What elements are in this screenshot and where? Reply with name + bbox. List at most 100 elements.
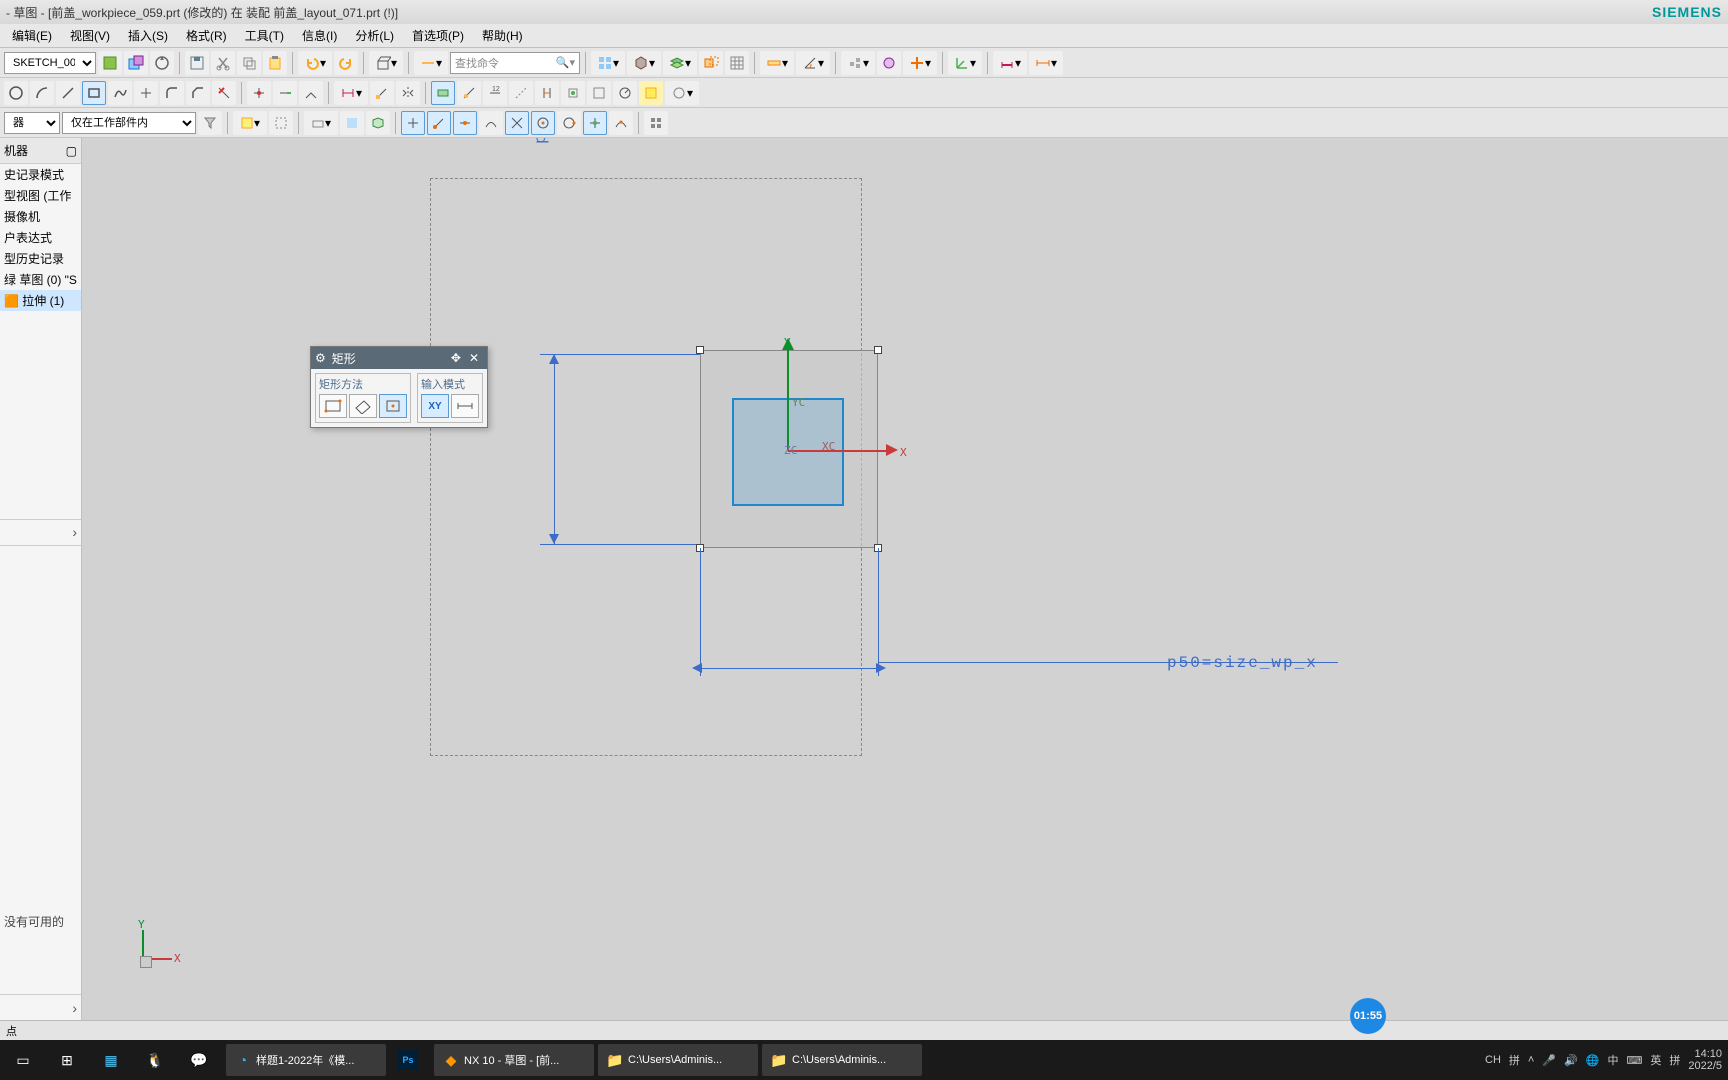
- menu-info[interactable]: 信息(I): [294, 25, 345, 46]
- sketch-name-combo[interactable]: SKETCH_000: [4, 52, 96, 74]
- point-icon[interactable]: [134, 81, 158, 105]
- clock[interactable]: 14:10 2022/5: [1688, 1048, 1722, 1072]
- ime-indicator[interactable]: 拼: [1669, 1052, 1680, 1068]
- infer-constraint-icon[interactable]: [561, 81, 585, 105]
- wcs-icon[interactable]: ▾: [948, 51, 982, 75]
- snap-mid-icon[interactable]: [453, 111, 477, 135]
- circle-icon[interactable]: [4, 81, 28, 105]
- menu-preferences[interactable]: 首选项(P): [404, 25, 472, 46]
- trim-icon[interactable]: [212, 81, 236, 105]
- orient-icon[interactable]: [150, 51, 174, 75]
- detail-scroll-right[interactable]: ›: [0, 994, 81, 1020]
- tree-item[interactable]: 史记录模式: [0, 164, 81, 185]
- tree-item[interactable]: 型历史记录: [0, 248, 81, 269]
- ime-indicator[interactable]: CH: [1485, 1054, 1501, 1066]
- more-sketch-icon[interactable]: ▾: [665, 81, 699, 105]
- finish-sketch-icon[interactable]: [98, 51, 122, 75]
- rapid-dim-icon[interactable]: ▾: [334, 81, 368, 105]
- copy-icon[interactable]: [237, 51, 261, 75]
- show-constraint-icon[interactable]: [457, 81, 481, 105]
- tray-keyboard-icon[interactable]: ⌨: [1626, 1054, 1642, 1067]
- photoshop-button[interactable]: Ps: [390, 1044, 430, 1076]
- tray-mic-icon[interactable]: 🎤: [1542, 1054, 1556, 1067]
- snap-ctrl-icon[interactable]: [479, 111, 503, 135]
- command-search[interactable]: 查找命令🔍▾: [450, 52, 580, 74]
- rectangle-icon[interactable]: [82, 81, 106, 105]
- dialog-titlebar[interactable]: ⚙ 矩形 ✥ ✕: [311, 347, 487, 369]
- tree-item[interactable]: 户表达式: [0, 227, 81, 248]
- rectangle-dialog[interactable]: ⚙ 矩形 ✥ ✕ 矩形方法 输入模式 XY: [310, 346, 488, 428]
- snap-center-icon[interactable]: [531, 111, 555, 135]
- layer-icon[interactable]: ▾: [663, 51, 697, 75]
- tray-chevron-icon[interactable]: ˄: [1528, 1054, 1534, 1066]
- tray-volume-icon[interactable]: 🔊: [1564, 1054, 1578, 1067]
- snap-quad-icon[interactable]: [557, 111, 581, 135]
- make-sym-icon[interactable]: [396, 81, 420, 105]
- line-icon[interactable]: [56, 81, 80, 105]
- menu-analysis[interactable]: 分析(L): [347, 25, 402, 46]
- snap-point-icon[interactable]: [401, 111, 425, 135]
- assembly-icon[interactable]: ▾: [841, 51, 875, 75]
- wechat-button[interactable]: 💬: [182, 1044, 222, 1076]
- panel-pin-icon[interactable]: ▢: [66, 144, 77, 158]
- task-item-explorer1[interactable]: 📁C:\Users\Adminis...: [598, 1044, 758, 1076]
- task-item-doc[interactable]: ◔样题1-2022年《模...: [226, 1044, 386, 1076]
- calculator-button[interactable]: ▦: [94, 1044, 134, 1076]
- quick-extend-icon[interactable]: [273, 81, 297, 105]
- rect-from-center-button[interactable]: [379, 394, 407, 418]
- tree-item[interactable]: 绿 草图 (0) "S: [0, 269, 81, 290]
- make-corner-icon[interactable]: [299, 81, 323, 105]
- render-style-icon[interactable]: ▾: [627, 51, 661, 75]
- show-dim-icon[interactable]: 12: [483, 81, 507, 105]
- alt-solution-icon[interactable]: [535, 81, 559, 105]
- convert-ref-icon[interactable]: [509, 81, 533, 105]
- gear-icon[interactable]: ⚙: [315, 351, 326, 365]
- measure-angle-icon[interactable]: ▾: [796, 51, 830, 75]
- dim-style-icon[interactable]: ▾: [993, 51, 1027, 75]
- task-item-nx[interactable]: ◆NX 10 - 草图 - [前...: [434, 1044, 594, 1076]
- sel-all-icon[interactable]: [644, 111, 668, 135]
- create-infer-icon[interactable]: [587, 81, 611, 105]
- sel-face-icon[interactable]: [340, 111, 364, 135]
- extrude-icon[interactable]: ▾: [369, 51, 403, 75]
- view-style-icon[interactable]: ▾: [591, 51, 625, 75]
- quick-trim-icon[interactable]: [247, 81, 271, 105]
- geom-constraint-icon[interactable]: [370, 81, 394, 105]
- handle[interactable]: [696, 346, 704, 354]
- show-desktop-button[interactable]: ▭: [6, 1044, 46, 1076]
- menu-tools[interactable]: 工具(T): [237, 25, 292, 46]
- snap-intersect-icon[interactable]: [505, 111, 529, 135]
- rect-by-3pt-button[interactable]: [349, 394, 377, 418]
- sel-highlight-icon[interactable]: ▾: [233, 111, 267, 135]
- animate-dim-icon[interactable]: [613, 81, 637, 105]
- sel-box-icon[interactable]: [269, 111, 293, 135]
- close-icon[interactable]: ✕: [465, 351, 483, 365]
- grid-icon[interactable]: [725, 51, 749, 75]
- undo-icon[interactable]: ▾: [298, 51, 332, 75]
- fillet-icon[interactable]: [160, 81, 184, 105]
- snap-exist-icon[interactable]: [583, 111, 607, 135]
- sel-body-icon[interactable]: [366, 111, 390, 135]
- continuous-auto-dim-icon[interactable]: [431, 81, 455, 105]
- snap-end-icon[interactable]: [427, 111, 451, 135]
- selection-filter-combo[interactable]: 仅在工作部件内: [62, 112, 196, 134]
- cut-icon[interactable]: [211, 51, 235, 75]
- constraint-icon[interactable]: [877, 51, 901, 75]
- tray-network-icon[interactable]: 🌐: [1586, 1054, 1600, 1067]
- ime-indicator[interactable]: 英: [1650, 1052, 1661, 1068]
- tree-item-selected[interactable]: 🟧 拉伸 (1): [0, 290, 81, 311]
- menu-help[interactable]: 帮助(H): [474, 25, 531, 46]
- dim-icon[interactable]: ▾: [1029, 51, 1063, 75]
- menu-edit[interactable]: 编辑(E): [4, 25, 60, 46]
- qq-button[interactable]: 🐧: [138, 1044, 178, 1076]
- reattach-icon[interactable]: [124, 51, 148, 75]
- ime-indicator[interactable]: 拼: [1509, 1052, 1520, 1068]
- menu-view[interactable]: 视图(V): [62, 25, 118, 46]
- xy-mode-button[interactable]: XY: [421, 394, 449, 418]
- paste-icon[interactable]: [263, 51, 287, 75]
- move-comp-icon[interactable]: ▾: [903, 51, 937, 75]
- tree-item[interactable]: 摄像机: [0, 206, 81, 227]
- handle[interactable]: [874, 346, 882, 354]
- selection-scope-combo[interactable]: 器: [4, 112, 60, 134]
- measure-icon[interactable]: ▾: [760, 51, 794, 75]
